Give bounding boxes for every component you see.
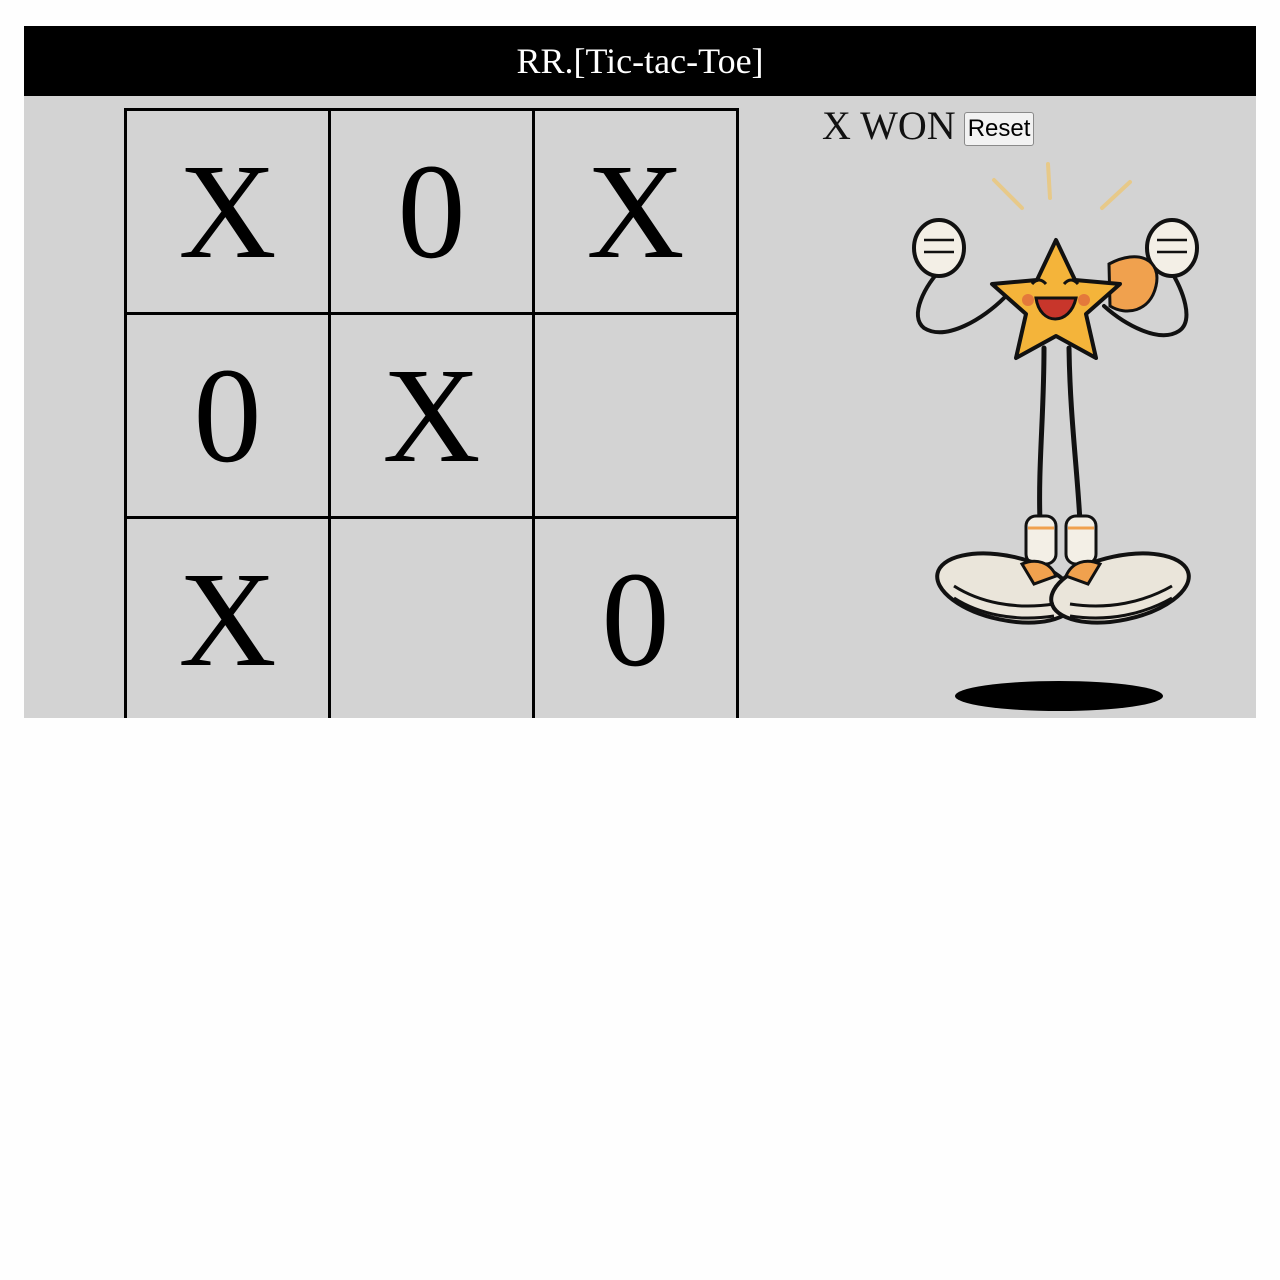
- board-cell-7[interactable]: X: [127, 519, 331, 718]
- page-title: RR.[Tic-tac-Toe]: [516, 41, 764, 81]
- celebrating-star-mascot-icon: [894, 156, 1224, 718]
- board-cell-2[interactable]: 0: [331, 111, 535, 315]
- board-cell-3[interactable]: X: [535, 111, 739, 315]
- app-header: RR.[Tic-tac-Toe]: [24, 26, 1256, 96]
- game-area: X 0 X 0 X X 0 X WON Reset: [24, 96, 1256, 718]
- board-cell-6[interactable]: [535, 315, 739, 519]
- board-cell-5[interactable]: X: [331, 315, 535, 519]
- board-cell-9[interactable]: 0: [535, 519, 739, 718]
- board-cell-1[interactable]: X: [127, 111, 331, 315]
- game-status: X WON Reset: [822, 102, 1035, 149]
- game-board: X 0 X 0 X X 0: [124, 108, 739, 718]
- winner-message: X WON: [822, 103, 956, 148]
- board-cell-4[interactable]: 0: [127, 315, 331, 519]
- reset-button[interactable]: Reset: [963, 111, 1035, 146]
- board-cell-8[interactable]: [331, 519, 535, 718]
